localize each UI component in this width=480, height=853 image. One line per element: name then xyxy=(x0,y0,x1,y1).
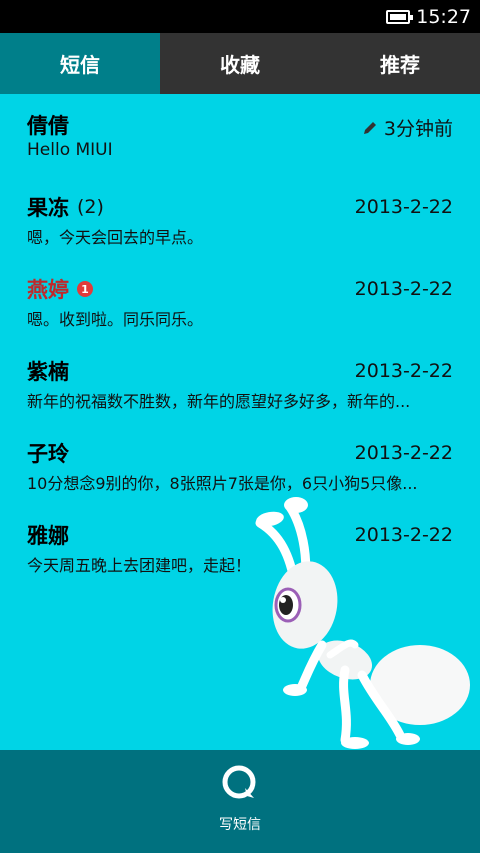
message-item[interactable]: 倩倩 3分钟前 Hello MIUI xyxy=(0,94,480,176)
message-date: 2013-2-22 xyxy=(354,196,453,218)
message-date: 3分钟前 xyxy=(383,118,453,140)
contact-name: 子玲 xyxy=(27,442,69,466)
status-bar: 15:27 xyxy=(0,0,480,33)
tab-sms[interactable]: 短信 xyxy=(0,33,160,94)
message-preview: Hello MIUI xyxy=(27,140,113,160)
message-item[interactable]: 燕婷 1 2013-2-22 嗯。收到啦。同乐同乐。 xyxy=(0,258,480,340)
message-preview: 新年的祝福数不胜数，新年的愿望好多好多，新年的... xyxy=(27,392,411,411)
contact-name: 雅娜 xyxy=(27,524,69,548)
status-time: 15:27 xyxy=(416,5,471,28)
message-preview: 嗯，今天会回去的早点。 xyxy=(27,228,204,247)
message-date: 2013-2-22 xyxy=(354,278,453,300)
message-preview: 嗯。收到啦。同乐同乐。 xyxy=(27,310,204,329)
compose-button-label[interactable]: 写短信 xyxy=(219,814,261,834)
compose-message-icon[interactable] xyxy=(221,764,259,802)
message-item[interactable]: 子玲 2013-2-22 10分想念9别的你，8张照片7张是你，6只小狗5只像.… xyxy=(0,422,480,504)
ant-mascot-illustration xyxy=(255,497,470,749)
tab-bar: 短信 收藏 推荐 xyxy=(0,33,480,94)
tab-favorites[interactable]: 收藏 xyxy=(160,33,320,94)
message-date: 2013-2-22 xyxy=(354,442,453,464)
contact-name: 果冻 xyxy=(27,196,69,220)
contact-name: 倩倩 xyxy=(27,114,69,138)
message-item[interactable]: 果冻 (2) 2013-2-22 嗯，今天会回去的早点。 xyxy=(0,176,480,258)
unread-badge: 1 xyxy=(77,281,93,297)
battery-icon xyxy=(386,9,414,24)
bottom-bar: 写短信 xyxy=(0,750,480,853)
pencil-icon xyxy=(363,121,376,134)
message-count: (2) xyxy=(77,196,104,218)
message-item[interactable]: 紫楠 2013-2-22 新年的祝福数不胜数，新年的愿望好多好多，新年的... xyxy=(0,340,480,422)
contact-name: 紫楠 xyxy=(27,360,69,384)
contact-name: 燕婷 xyxy=(27,278,69,302)
message-preview: 10分想念9别的你，8张照片7张是你，6只小狗5只像... xyxy=(27,474,418,493)
tab-recommended[interactable]: 推荐 xyxy=(320,33,480,94)
message-date: 2013-2-22 xyxy=(354,360,453,382)
